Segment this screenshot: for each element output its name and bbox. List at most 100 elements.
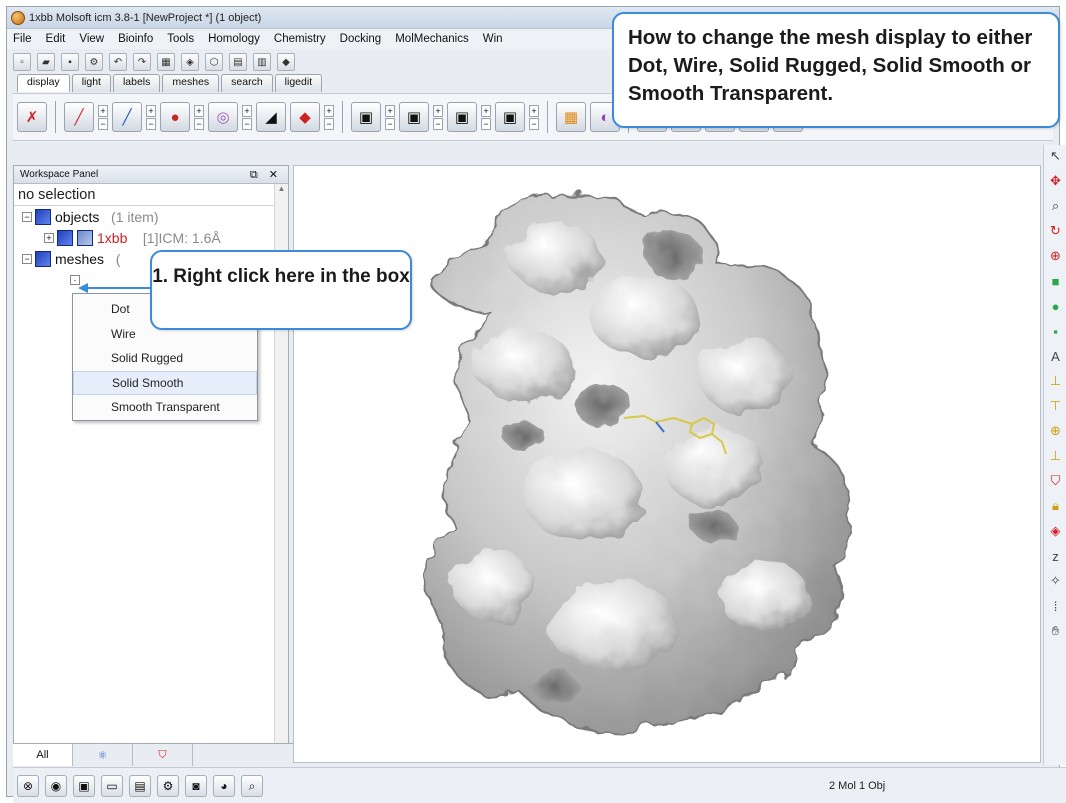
sphere-icon[interactable]: ●	[1047, 297, 1065, 315]
label-icon[interactable]: A	[1047, 347, 1065, 365]
move-icon[interactable]: ✥	[1047, 172, 1065, 190]
shield-icon[interactable]: ⛉	[1047, 472, 1065, 490]
menu-docking[interactable]: Docking	[340, 33, 382, 45]
chemistry-icon[interactable]: ⬡	[205, 53, 223, 71]
scroll-up-icon[interactable]: ▲	[275, 184, 288, 198]
skin-icon[interactable]: ◢	[256, 102, 286, 132]
label-site-plus-minus[interactable]: + −	[481, 104, 491, 130]
view-icon[interactable]: ◕	[213, 775, 235, 797]
grid-alt-icon[interactable]: ▥	[253, 53, 271, 71]
tree-row-object-1xbb[interactable]: + 1xbb [1]ICM: 1.6Å	[14, 227, 288, 248]
separator	[55, 101, 56, 133]
search-icon[interactable]: ⌕	[241, 775, 263, 797]
objects-label: objects	[55, 208, 100, 225]
rotate-icon[interactable]: ↻	[1047, 222, 1065, 240]
cpk-icon[interactable]: ●	[160, 102, 190, 132]
tab-all[interactable]: All	[13, 744, 73, 766]
tab-molecules[interactable]: ⚛	[73, 744, 133, 766]
select-icon[interactable]: ↖	[1047, 147, 1065, 165]
grid-icon[interactable]: ▤	[229, 53, 247, 71]
tree-row-objects[interactable]: − objects (1 item)	[14, 206, 288, 227]
camera-icon[interactable]: ◙	[185, 775, 207, 797]
label-atom-icon[interactable]: ▣	[399, 102, 429, 132]
label-residue-plus-minus[interactable]: + −	[385, 104, 395, 130]
settings-icon[interactable]: ⚙	[85, 53, 103, 71]
stereo-icon[interactable]: ◈	[1047, 522, 1065, 540]
collapse-icon[interactable]: −	[22, 211, 32, 222]
grid-icon[interactable]: ⁞	[1047, 597, 1065, 615]
menu-tools[interactable]: Tools	[167, 33, 194, 45]
tab-light[interactable]: light	[71, 74, 111, 92]
menu-item-smooth-transparent[interactable]: Smooth Transparent	[73, 395, 257, 420]
new-file-icon[interactable]: ▫	[13, 53, 31, 71]
wire-icon[interactable]: ╱	[64, 102, 94, 132]
molecule-search-icon[interactable]: ◈	[181, 53, 199, 71]
save-icon[interactable]: ▪	[61, 53, 79, 71]
menu-windows[interactable]: Win	[483, 33, 503, 45]
menu-chemistry[interactable]: Chemistry	[274, 33, 326, 45]
box-icon[interactable]: ■	[1047, 272, 1065, 290]
undo-icon[interactable]: ↶	[109, 53, 127, 71]
surface-icon[interactable]: ◎	[208, 102, 238, 132]
tab-ligedit[interactable]: ligedit	[274, 74, 323, 92]
stop-icon[interactable]: ⊗	[17, 775, 39, 797]
label-site-icon[interactable]: ▣	[447, 102, 477, 132]
label-residue-icon[interactable]: ▣	[351, 102, 381, 132]
surface-plus-minus[interactable]: + −	[242, 104, 252, 130]
panel-controls[interactable]: ⧉ ✕	[250, 168, 282, 182]
menu-item-solid-rugged[interactable]: Solid Rugged	[73, 346, 257, 371]
clip-both-icon[interactable]: ⊕	[1047, 422, 1065, 440]
workspace-panel-header: Workspace Panel ⧉ ✕	[14, 166, 288, 184]
cpk-plus-minus[interactable]: + −	[194, 104, 204, 130]
center-icon[interactable]: ⊕	[1047, 247, 1065, 265]
z-axis-icon[interactable]: z	[1047, 547, 1065, 565]
tab-shield[interactable]: ⛉	[133, 744, 193, 766]
star-icon[interactable]: ✧	[1047, 572, 1065, 590]
menu-item-solid-smooth[interactable]: Solid Smooth	[73, 370, 257, 395]
gear-icon[interactable]: ⚙	[157, 775, 179, 797]
label-hbond-plus-minus[interactable]: + −	[529, 104, 539, 130]
separator	[547, 101, 548, 133]
label-atom-plus-minus[interactable]: + −	[433, 104, 443, 130]
clip-slab-icon[interactable]: ⊥	[1047, 447, 1065, 465]
menu-file[interactable]: File	[13, 33, 32, 45]
tab-labels[interactable]: labels	[112, 74, 161, 92]
ribbon-plus-minus[interactable]: + −	[324, 104, 334, 130]
ribbon-icon[interactable]: ◆	[290, 102, 320, 132]
stick-plus-minus[interactable]: + −	[146, 104, 156, 130]
menu-view[interactable]: View	[79, 33, 104, 45]
color-icon[interactable]: ▦	[556, 102, 586, 132]
meshes-count: (	[115, 250, 121, 267]
lock-icon[interactable]: 🔒︎	[1047, 497, 1065, 515]
menu-molmechanics[interactable]: MolMechanics	[395, 33, 469, 45]
record-icon[interactable]: ◉	[45, 775, 67, 797]
undisplay-icon[interactable]: ✗	[17, 102, 47, 132]
pdb-search-icon[interactable]: ▦	[157, 53, 175, 71]
zoom-icon[interactable]: ⌕	[1047, 197, 1065, 215]
clip-back-icon[interactable]: ⊤	[1047, 397, 1065, 415]
render-icon[interactable]: ◆	[277, 53, 295, 71]
expand-icon[interactable]: +	[44, 232, 54, 243]
stick-icon[interactable]: ╱	[112, 102, 142, 132]
label-hbond-icon[interactable]: ▣	[495, 102, 525, 132]
clip-front-icon[interactable]: ⊥	[1047, 372, 1065, 390]
menu-homology[interactable]: Homology	[208, 33, 260, 45]
tab-display[interactable]: display	[17, 74, 70, 92]
right-toolbar: ↖ ✥ ⌕ ↻ ⊕ ■ ● ▪ A ⊥ ⊤ ⊕ ⊥ ⛉ 🔒︎ ◈ z ✧ ⁞ ✋…	[1043, 145, 1066, 765]
menu-edit[interactable]: Edit	[46, 33, 66, 45]
mesh-box[interactable]: ·	[70, 274, 80, 285]
meshes-label: meshes	[55, 250, 105, 267]
workspace-toggle-icon[interactable]: ▣	[73, 775, 95, 797]
tab-meshes[interactable]: meshes	[162, 74, 220, 92]
redo-icon[interactable]: ↷	[133, 53, 151, 71]
tab-search[interactable]: search	[221, 74, 273, 92]
wire-plus-minus[interactable]: + −	[98, 104, 108, 130]
table-icon[interactable]: ▤	[129, 775, 151, 797]
open-folder-icon[interactable]: ▰	[37, 53, 55, 71]
window-icon[interactable]: ▭	[101, 775, 123, 797]
menu-bioinfo[interactable]: Bioinfo	[118, 33, 153, 45]
hand-icon[interactable]: ✋︎	[1047, 622, 1065, 640]
selection-status: no selection	[14, 184, 288, 206]
small-box-icon[interactable]: ▪	[1047, 322, 1065, 340]
collapse-icon[interactable]: −	[22, 253, 32, 264]
